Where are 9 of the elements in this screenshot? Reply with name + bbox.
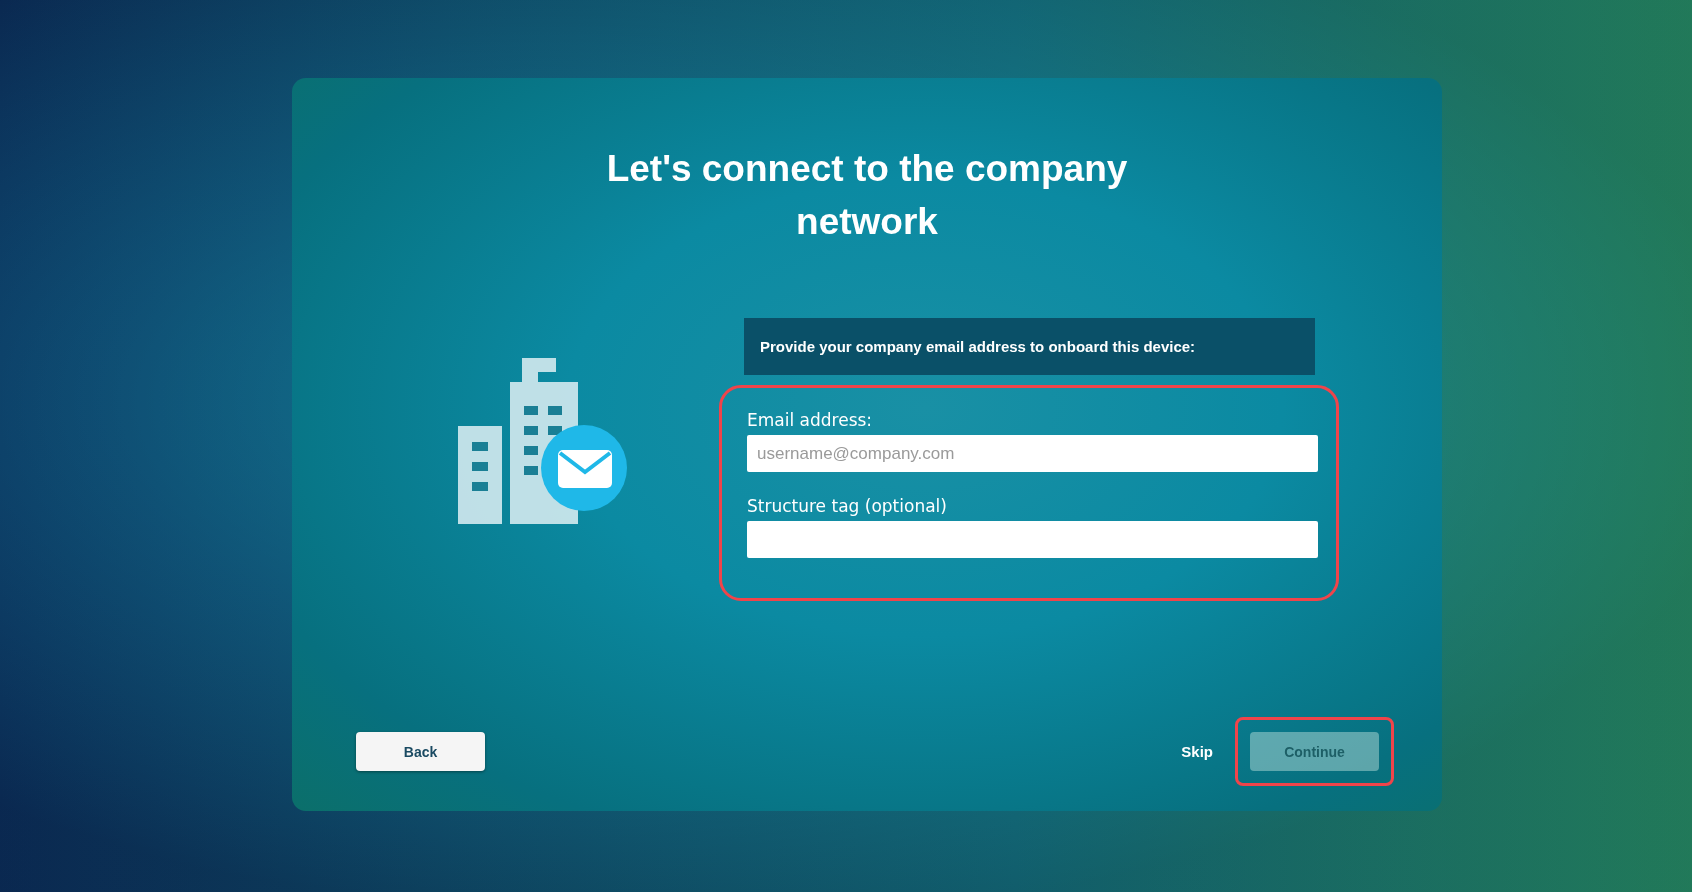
page-title: Let's connect to the company network <box>605 147 1129 244</box>
skip-link[interactable]: Skip <box>1181 743 1213 760</box>
back-button[interactable]: Back <box>356 732 485 771</box>
instruction-banner: Provide your company email address to onboard this device: <box>744 318 1315 375</box>
field-label: Structure tag (optional) <box>747 496 948 516</box>
field-label: Email address: <box>747 410 874 430</box>
building-envelope-icon <box>458 358 628 524</box>
input-field[interactable]: username@company.com <box>747 435 1318 472</box>
input-field[interactable] <box>747 521 1318 558</box>
